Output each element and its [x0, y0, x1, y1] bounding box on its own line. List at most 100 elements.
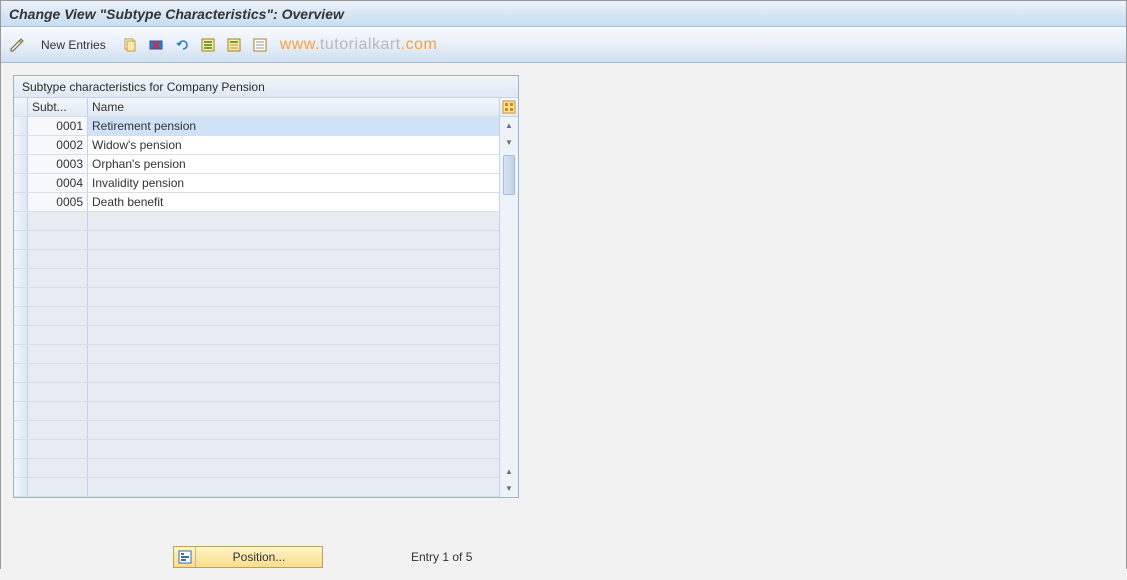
cell-empty[interactable]: [88, 212, 499, 230]
row-selector[interactable]: [14, 117, 28, 135]
table-row-empty[interactable]: [14, 326, 499, 345]
table-settings-icon[interactable]: [500, 98, 518, 117]
table-row-empty[interactable]: [14, 345, 499, 364]
cell-empty[interactable]: [28, 478, 88, 496]
cell-empty[interactable]: [88, 421, 499, 439]
row-selector[interactable]: [14, 402, 28, 420]
delete-icon[interactable]: [146, 35, 166, 55]
row-selector[interactable]: [14, 155, 28, 173]
cell-empty[interactable]: [88, 364, 499, 382]
scroll-up-bottom-icon[interactable]: ▲: [500, 463, 518, 480]
cell-empty[interactable]: [88, 345, 499, 363]
table-row-empty[interactable]: [14, 459, 499, 478]
cell-name[interactable]: Invalidity pension: [88, 174, 499, 192]
table-header-row: Subt... Name: [14, 98, 499, 117]
scroll-down-icon[interactable]: ▼: [500, 134, 518, 151]
row-selector[interactable]: [14, 250, 28, 268]
cell-empty[interactable]: [88, 459, 499, 477]
cell-empty[interactable]: [88, 288, 499, 306]
undo-change-icon[interactable]: [172, 35, 192, 55]
column-header-subtype[interactable]: Subt...: [28, 98, 88, 116]
row-selector[interactable]: [14, 212, 28, 230]
cell-empty[interactable]: [88, 250, 499, 268]
row-selector[interactable]: [14, 193, 28, 211]
cell-empty[interactable]: [28, 326, 88, 344]
row-selector[interactable]: [14, 174, 28, 192]
cell-empty[interactable]: [28, 212, 88, 230]
cell-empty[interactable]: [28, 440, 88, 458]
cell-empty[interactable]: [88, 383, 499, 401]
cell-empty[interactable]: [88, 478, 499, 496]
cell-empty[interactable]: [88, 307, 499, 325]
row-selector[interactable]: [14, 288, 28, 306]
cell-name[interactable]: Retirement pension: [88, 117, 499, 135]
select-all-icon[interactable]: [198, 35, 218, 55]
toggle-display-change-icon[interactable]: [7, 35, 27, 55]
cell-subtype[interactable]: 0002: [28, 136, 88, 154]
row-selector[interactable]: [14, 307, 28, 325]
position-button[interactable]: Position...: [173, 546, 323, 568]
table-row[interactable]: 0001 Retirement pension: [14, 117, 499, 136]
cell-empty[interactable]: [28, 288, 88, 306]
row-selector[interactable]: [14, 326, 28, 344]
cell-empty[interactable]: [28, 250, 88, 268]
table-row-empty[interactable]: [14, 421, 499, 440]
table-row-empty[interactable]: [14, 250, 499, 269]
row-selector[interactable]: [14, 459, 28, 477]
table-row-empty[interactable]: [14, 402, 499, 421]
scrollbar-track[interactable]: [500, 151, 518, 463]
cell-subtype[interactable]: 0005: [28, 193, 88, 211]
cell-empty[interactable]: [28, 383, 88, 401]
cell-empty[interactable]: [28, 364, 88, 382]
cell-empty[interactable]: [88, 231, 499, 249]
table-row[interactable]: 0002 Widow's pension: [14, 136, 499, 155]
cell-empty[interactable]: [88, 269, 499, 287]
row-selector[interactable]: [14, 231, 28, 249]
table-row-empty[interactable]: [14, 288, 499, 307]
scrollbar-thumb[interactable]: [503, 155, 515, 195]
cell-empty[interactable]: [88, 440, 499, 458]
copy-as-icon[interactable]: [120, 35, 140, 55]
cell-name[interactable]: Orphan's pension: [88, 155, 499, 173]
scroll-down-bottom-icon[interactable]: ▼: [500, 480, 518, 497]
table-row-empty[interactable]: [14, 269, 499, 288]
table-row[interactable]: 0005 Death benefit: [14, 193, 499, 212]
select-block-icon[interactable]: [224, 35, 244, 55]
table-row-empty[interactable]: [14, 231, 499, 250]
cell-empty[interactable]: [28, 459, 88, 477]
deselect-all-icon[interactable]: [250, 35, 270, 55]
row-selector[interactable]: [14, 364, 28, 382]
cell-empty[interactable]: [28, 307, 88, 325]
row-selector[interactable]: [14, 269, 28, 287]
row-selector[interactable]: [14, 136, 28, 154]
cell-empty[interactable]: [88, 326, 499, 344]
cell-subtype[interactable]: 0003: [28, 155, 88, 173]
cell-name[interactable]: Widow's pension: [88, 136, 499, 154]
scroll-up-icon[interactable]: ▲: [500, 117, 518, 134]
cell-empty[interactable]: [28, 345, 88, 363]
cell-name[interactable]: Death benefit: [88, 193, 499, 211]
column-header-name[interactable]: Name: [88, 98, 499, 116]
table-row-empty[interactable]: [14, 212, 499, 231]
table-row-empty[interactable]: [14, 364, 499, 383]
table-row-empty[interactable]: [14, 440, 499, 459]
table-row-empty[interactable]: [14, 307, 499, 326]
header-row-selector[interactable]: [14, 98, 28, 116]
table-row-empty[interactable]: [14, 383, 499, 402]
table-row[interactable]: 0003 Orphan's pension: [14, 155, 499, 174]
row-selector[interactable]: [14, 421, 28, 439]
row-selector[interactable]: [14, 345, 28, 363]
table-row[interactable]: 0004 Invalidity pension: [14, 174, 499, 193]
cell-subtype[interactable]: 0004: [28, 174, 88, 192]
cell-empty[interactable]: [28, 231, 88, 249]
cell-empty[interactable]: [28, 269, 88, 287]
table-row-empty[interactable]: [14, 478, 499, 497]
cell-empty[interactable]: [28, 402, 88, 420]
cell-empty[interactable]: [28, 421, 88, 439]
row-selector[interactable]: [14, 383, 28, 401]
cell-empty[interactable]: [88, 402, 499, 420]
new-entries-button[interactable]: New Entries: [33, 34, 114, 56]
cell-subtype[interactable]: 0001: [28, 117, 88, 135]
row-selector[interactable]: [14, 440, 28, 458]
row-selector[interactable]: [14, 478, 28, 496]
